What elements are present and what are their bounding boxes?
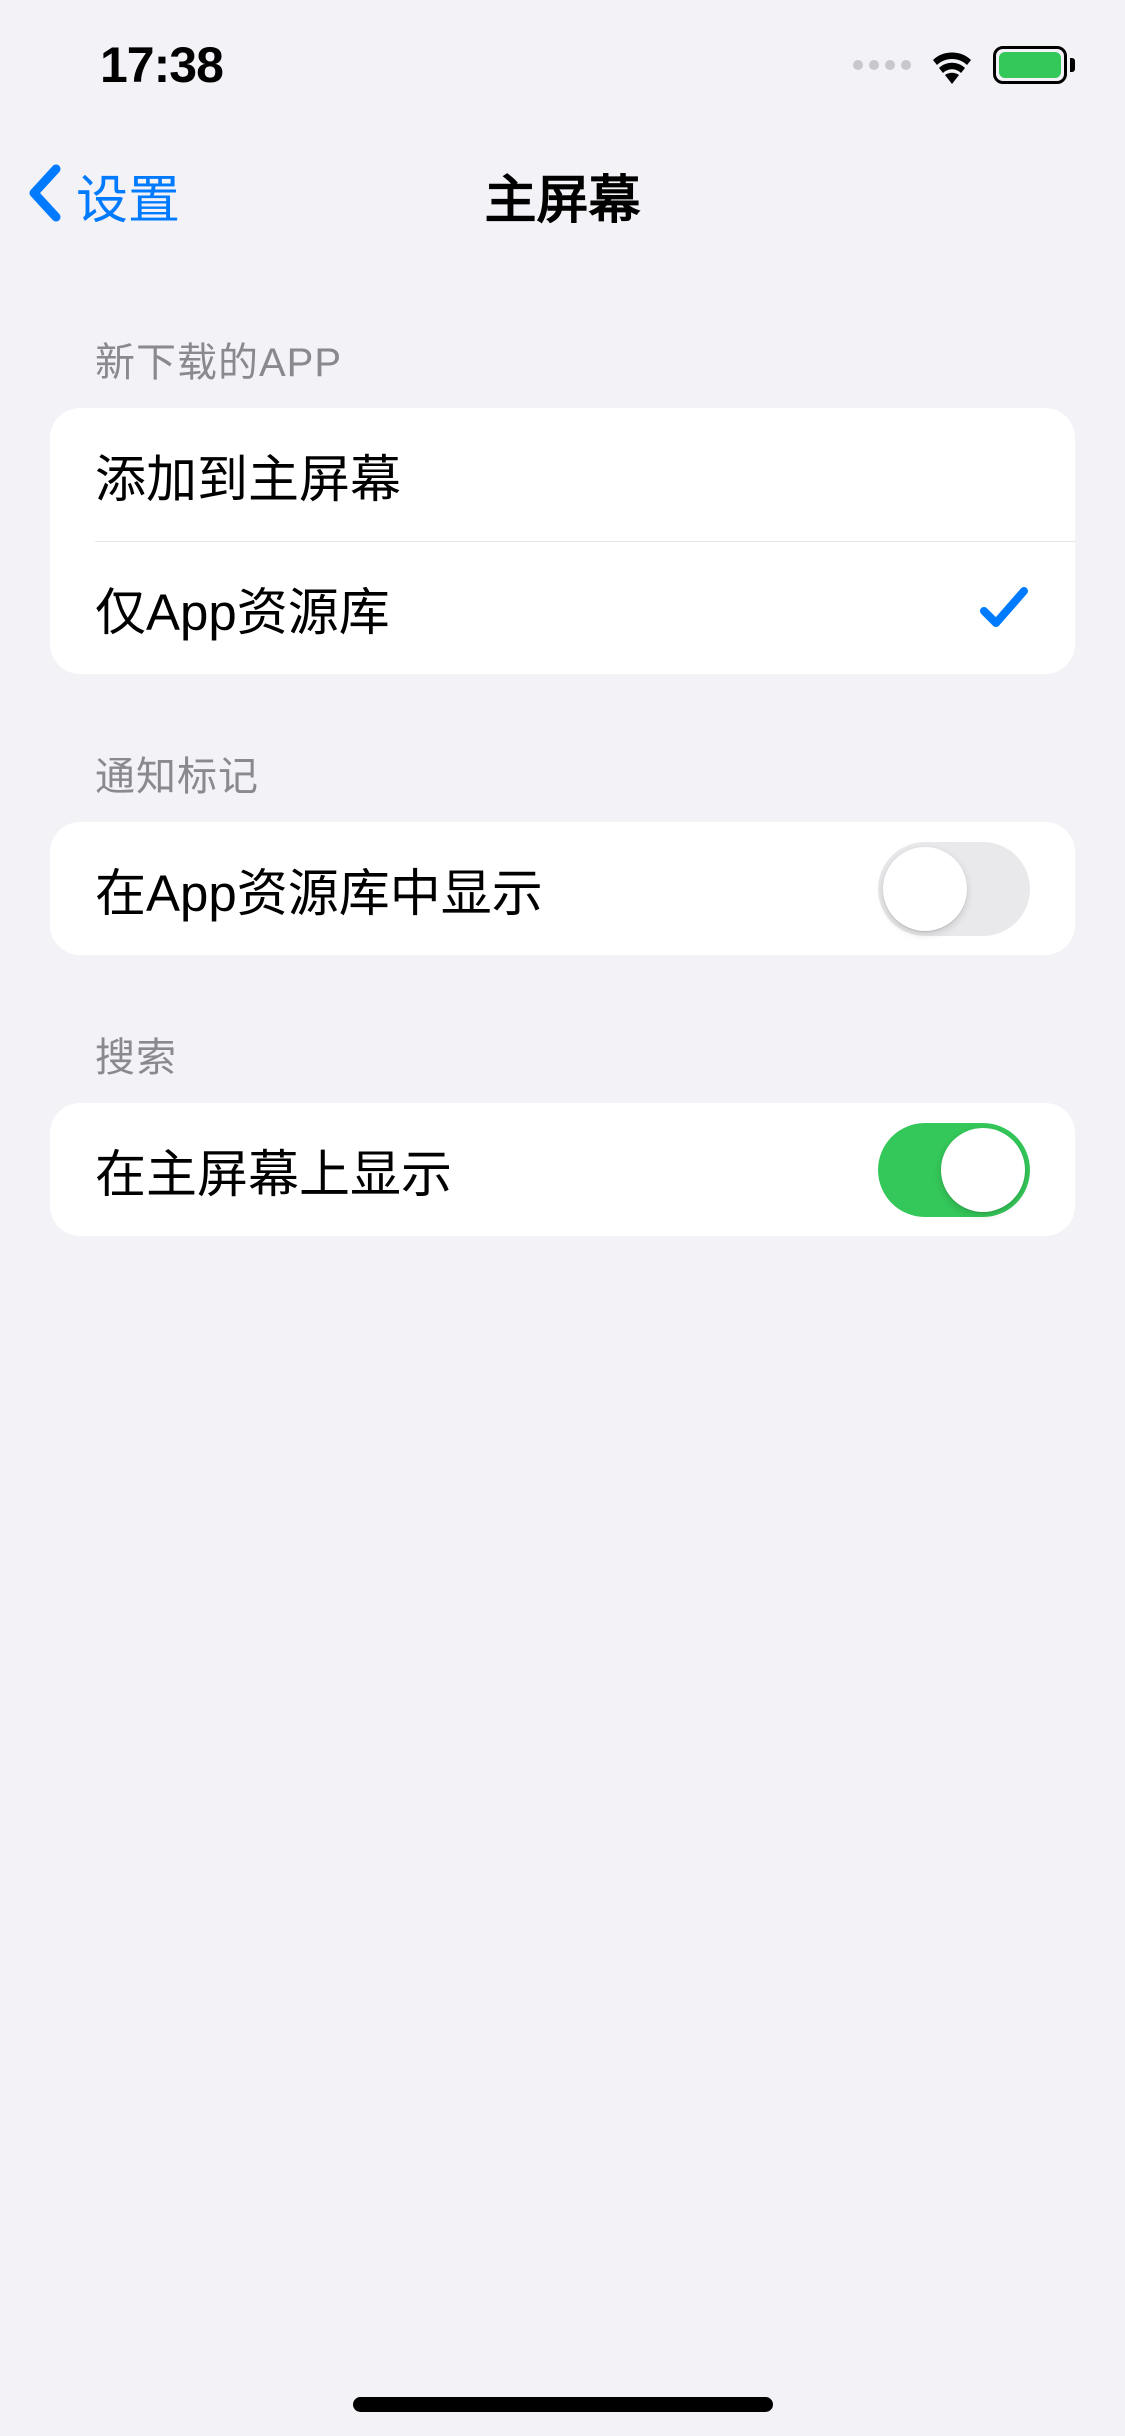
section-header-search: 搜索: [0, 955, 1125, 1103]
option-label: 仅App资源库: [95, 571, 390, 645]
section-header-badges: 通知标记: [0, 674, 1125, 822]
wifi-icon: [927, 46, 977, 84]
home-indicator[interactable]: [353, 2397, 773, 2412]
option-label: 添加到主屏幕: [95, 438, 401, 512]
option-app-library-only[interactable]: 仅App资源库: [50, 541, 1075, 674]
row-label: 在App资源库中显示: [95, 852, 543, 926]
battery-icon: [993, 46, 1075, 84]
list-group-new-apps: 添加到主屏幕 仅App资源库: [50, 408, 1075, 674]
row-show-in-app-library: 在App资源库中显示: [50, 822, 1075, 955]
cellular-signal-icon: [853, 60, 911, 70]
chevron-left-icon: [26, 163, 64, 228]
switch-show-in-app-library[interactable]: [878, 842, 1030, 936]
back-button[interactable]: 设置: [0, 158, 180, 233]
back-label: 设置: [76, 158, 180, 233]
page-title: 主屏幕: [484, 158, 640, 233]
status-bar: 17:38: [0, 0, 1125, 130]
section-header-new-apps: 新下载的APP: [0, 260, 1125, 408]
row-label: 在主屏幕上显示: [95, 1133, 452, 1207]
navigation-bar: 设置 主屏幕: [0, 130, 1125, 260]
status-time: 17:38: [100, 36, 223, 94]
status-icons: [853, 46, 1075, 84]
row-show-on-home: 在主屏幕上显示: [50, 1103, 1075, 1236]
option-add-to-home[interactable]: 添加到主屏幕: [50, 408, 1075, 541]
checkmark-icon: [978, 583, 1030, 633]
list-group-search: 在主屏幕上显示: [50, 1103, 1075, 1236]
switch-show-on-home[interactable]: [878, 1123, 1030, 1217]
list-group-badges: 在App资源库中显示: [50, 822, 1075, 955]
